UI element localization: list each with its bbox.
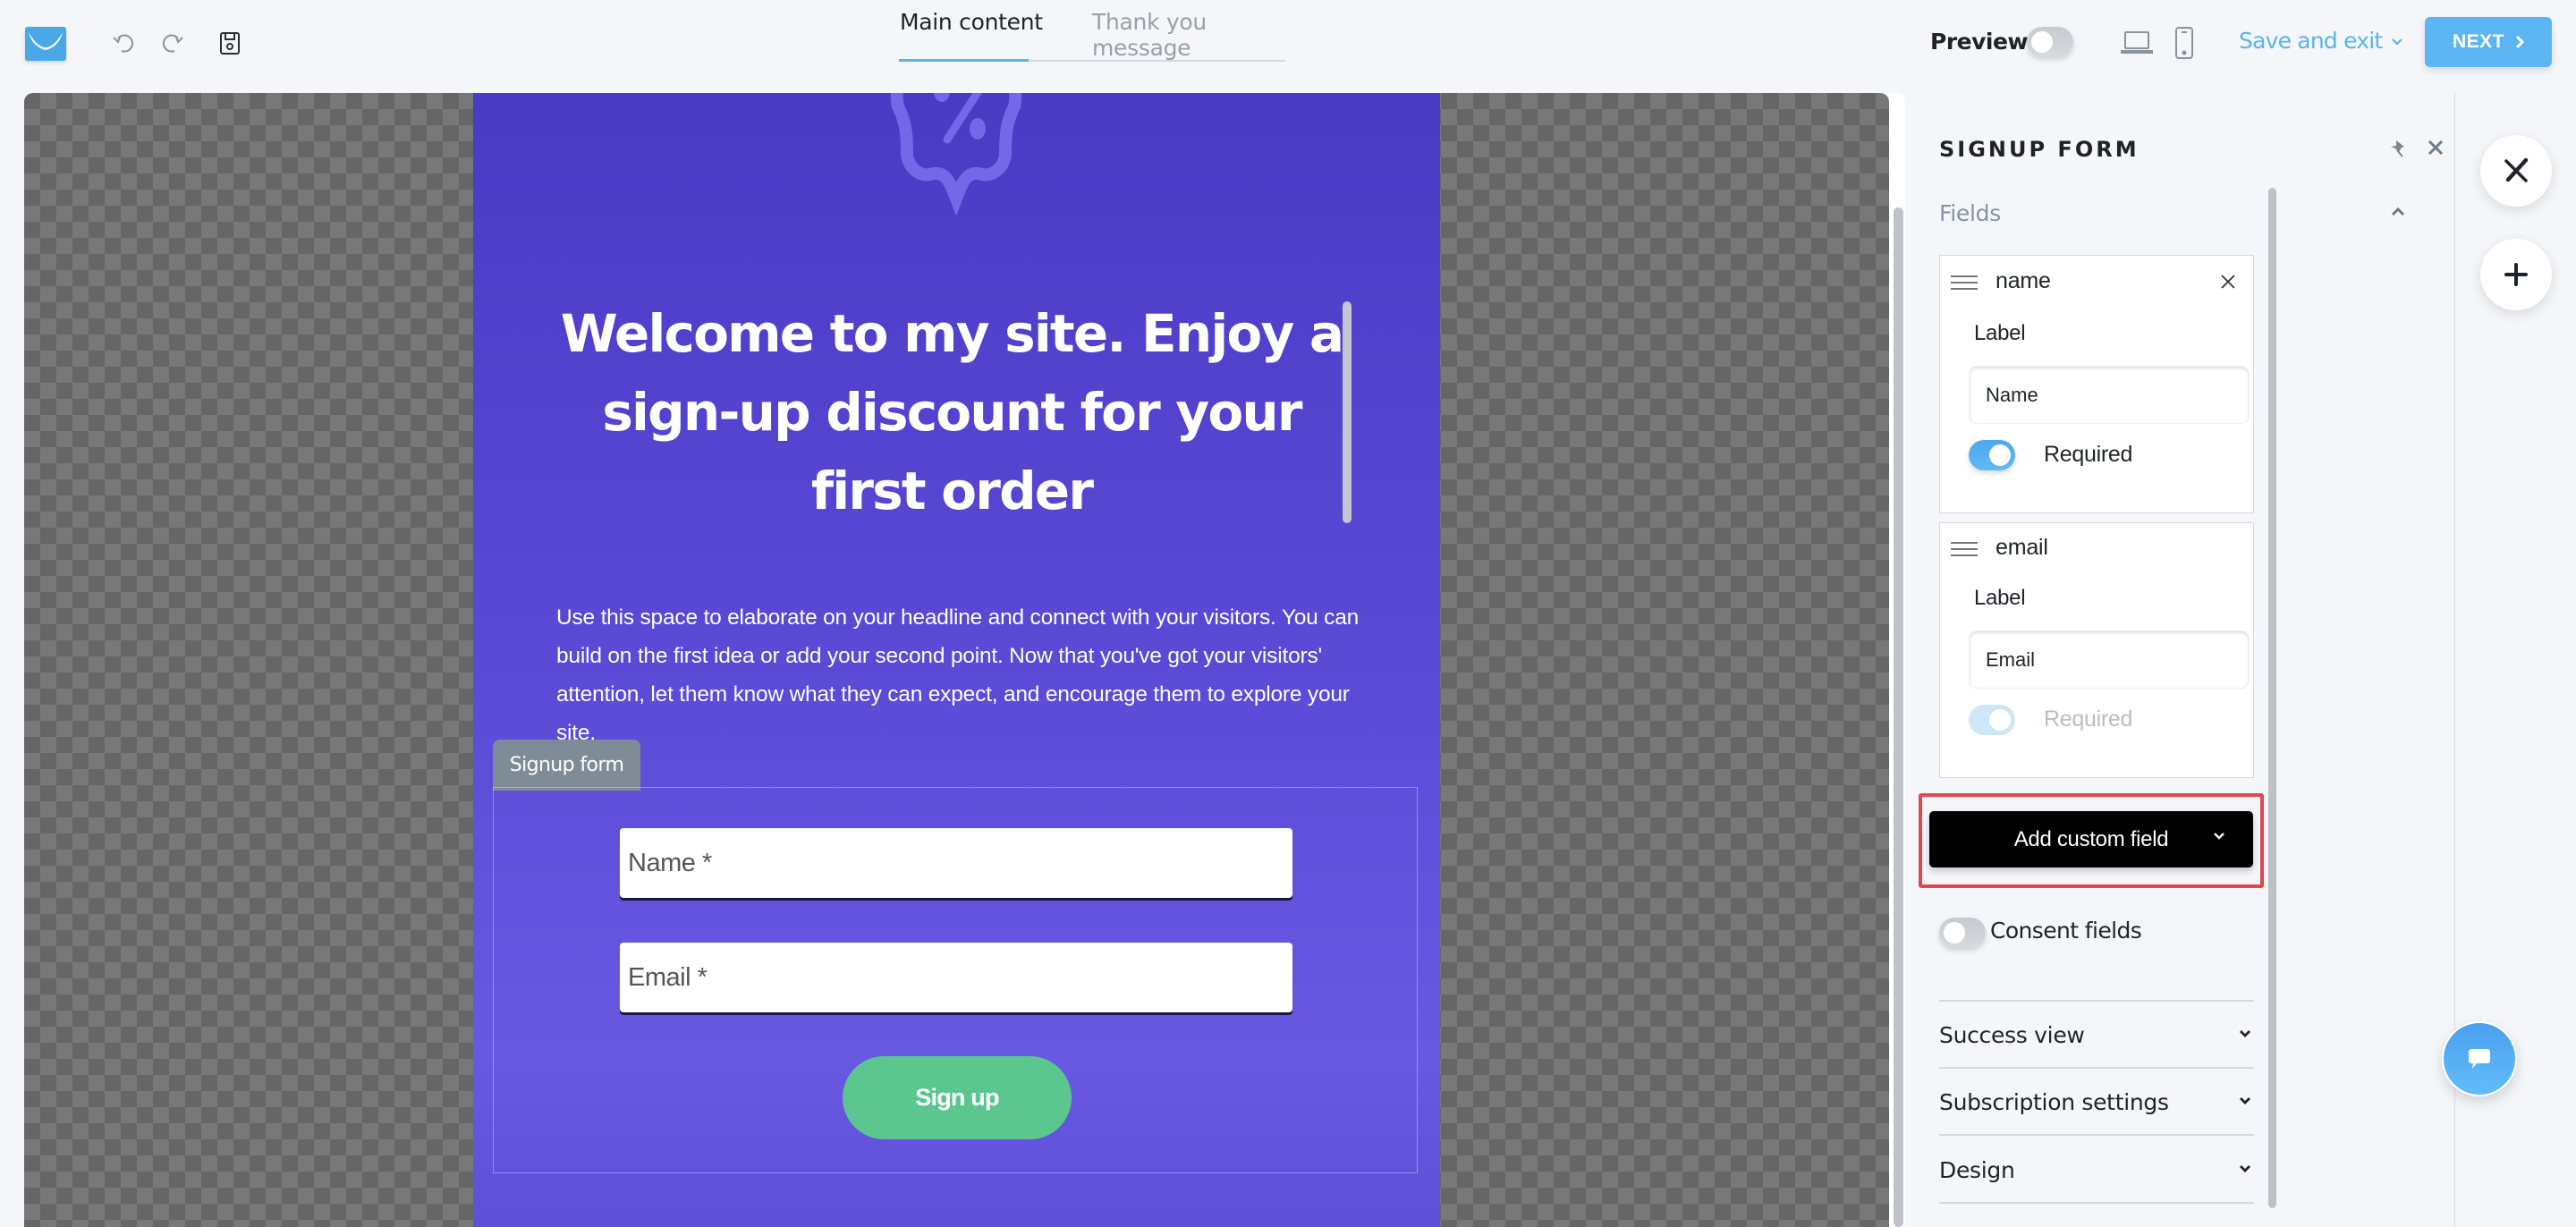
drag-handle-icon[interactable]	[1951, 275, 1978, 291]
required-label: Required	[2044, 707, 2133, 732]
chat-bubble-icon	[2469, 1049, 2490, 1069]
chevron-up-icon[interactable]	[2388, 202, 2408, 222]
settings-panel: SIGNUP FORM Fields name Label Name Requi…	[1905, 93, 2455, 1227]
canvas-scrollbar-track	[1889, 93, 1905, 1227]
redo-icon[interactable]	[157, 27, 188, 59]
plus-icon	[2504, 263, 2528, 286]
email-label-input[interactable]: Email	[1970, 631, 2249, 688]
chevron-down-icon	[2240, 1097, 2250, 1104]
top-toolbar: Main content Thank you message Preview S…	[0, 0, 2576, 93]
editor-canvas[interactable]: Welcome to my site. Enjoy a sign-up disc…	[24, 93, 1889, 1227]
field-card-email: email Label Email Required	[1939, 522, 2254, 778]
drag-handle-icon[interactable]	[1951, 541, 1978, 557]
chevron-down-icon	[2214, 833, 2224, 840]
headline[interactable]: Welcome to my site. Enjoy a sign-up disc…	[554, 294, 1350, 530]
close-panel-icon[interactable]	[2424, 136, 2447, 159]
add-custom-field-label: Add custom field	[2013, 826, 2169, 851]
divider	[1939, 1067, 2254, 1069]
body-paragraph[interactable]: Use this space to elaborate on your head…	[556, 598, 1361, 752]
chevron-down-icon	[2240, 1165, 2250, 1172]
label-caption: Label	[1974, 586, 2026, 610]
panel-title: SIGNUP FORM	[1939, 137, 2140, 162]
next-label: NEXT	[2452, 31, 2504, 52]
name-required-toggle[interactable]	[1969, 440, 2015, 470]
section-subscription-settings[interactable]: Subscription settings	[1939, 1079, 2254, 1124]
editor-tabs: Main content Thank you message	[899, 0, 1285, 63]
section-label: Success view	[1939, 1021, 2085, 1048]
section-success-view[interactable]: Success view	[1939, 1012, 2254, 1057]
name-field[interactable]: Name *	[620, 828, 1292, 898]
fields-section-header[interactable]: Fields	[1939, 200, 2001, 226]
divider	[1939, 1134, 2254, 1136]
name-label-input[interactable]: Name	[1970, 367, 2249, 423]
add-element-button[interactable]	[2480, 239, 2552, 310]
save-and-exit-button[interactable]: Save and exit	[2239, 28, 2403, 54]
chat-button[interactable]	[2442, 1021, 2517, 1096]
design-tools-icon	[2504, 157, 2529, 182]
save-icon[interactable]	[215, 27, 245, 59]
toggle-knob	[1989, 444, 2011, 466]
label-caption: Label	[1974, 321, 2026, 345]
toggle-knob	[2031, 31, 2053, 53]
chevron-right-icon	[2515, 35, 2524, 49]
divider	[1939, 1202, 2254, 1204]
canvas-scrollbar-thumb[interactable]	[1894, 207, 1903, 1227]
chevron-down-icon	[2240, 1030, 2250, 1037]
field-card-name: name Label Name Required	[1939, 255, 2254, 513]
add-custom-field-button[interactable]: Add custom field	[1929, 811, 2253, 867]
save-and-exit-label: Save and exit	[2239, 28, 2383, 54]
consent-fields-toggle[interactable]	[1939, 918, 1986, 948]
panel-scrollbar-thumb[interactable]	[2268, 188, 2276, 1208]
pin-icon[interactable]	[2388, 138, 2410, 159]
tab-main-content[interactable]: Main content	[900, 9, 1043, 35]
email-required-toggle	[1969, 705, 2015, 735]
toggle-knob	[1944, 922, 1965, 944]
toggle-knob	[1989, 709, 2011, 731]
section-label: Subscription settings	[1939, 1088, 2169, 1115]
consent-fields-label: Consent fields	[1990, 918, 2142, 944]
signup-form-tag[interactable]: Signup form	[493, 740, 640, 791]
chevron-down-icon	[2391, 33, 2403, 50]
remove-field-icon[interactable]	[2219, 273, 2237, 291]
design-tools-button[interactable]	[2480, 135, 2552, 207]
text-block-scrollbar[interactable]	[1343, 301, 1352, 523]
required-label: Required	[2044, 442, 2133, 467]
popup-card[interactable]: Welcome to my site. Enjoy a sign-up disc…	[473, 93, 1440, 1227]
field-name: email	[1996, 535, 2048, 560]
tab-thank-you-message[interactable]: Thank you message	[1092, 9, 1285, 61]
laptop-icon[interactable]	[2120, 27, 2154, 57]
divider	[1939, 1000, 2254, 1002]
undo-icon[interactable]	[108, 27, 139, 59]
email-field[interactable]: Email *	[620, 943, 1292, 1012]
mobile-icon[interactable]	[2174, 25, 2195, 61]
field-name: name	[1996, 268, 2051, 293]
preview-label: Preview	[1930, 29, 2029, 55]
preview-toggle[interactable]	[2027, 27, 2073, 57]
active-tab-indicator	[899, 59, 1029, 62]
getresponse-logo-icon[interactable]	[25, 27, 66, 61]
sign-up-button[interactable]: Sign up	[843, 1056, 1072, 1139]
section-label: Design	[1939, 1156, 2015, 1183]
next-button[interactable]: NEXT	[2425, 17, 2552, 67]
section-design[interactable]: Design	[1939, 1147, 2254, 1192]
discount-badge-icon	[890, 93, 1022, 216]
